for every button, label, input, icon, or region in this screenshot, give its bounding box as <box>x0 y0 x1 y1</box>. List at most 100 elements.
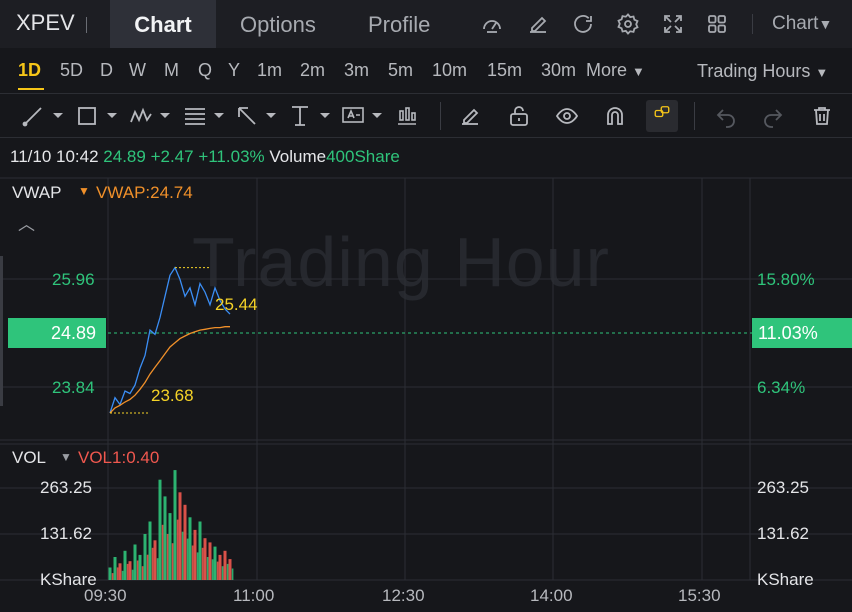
volume-bar <box>228 559 232 580</box>
caret-down-icon[interactable]: ▼ <box>60 450 72 464</box>
undo-icon[interactable] <box>714 104 738 128</box>
volume-label: Volume <box>269 147 327 166</box>
volume-bar <box>108 567 112 580</box>
pct-level-high: 15.80% <box>757 270 815 289</box>
period-y[interactable]: Y <box>228 60 240 81</box>
period-10m[interactable]: 10m <box>432 60 467 81</box>
indicator-value-vwap: VWAP:24.74 <box>96 183 193 202</box>
candles-icon[interactable] <box>395 104 419 128</box>
caret-down-icon: ▼ <box>632 64 645 79</box>
period-5m[interactable]: 5m <box>388 60 413 81</box>
trend-line-icon[interactable] <box>22 104 66 128</box>
volume-bar <box>221 566 224 580</box>
volume-bar <box>156 558 159 580</box>
period-5d[interactable]: 5D <box>60 60 83 81</box>
layout-grid-icon[interactable] <box>705 12 729 36</box>
period-m[interactable]: M <box>164 60 179 81</box>
time-tick-0930: 09:30 <box>84 586 127 605</box>
tab-chart[interactable]: Chart <box>110 0 216 48</box>
volume-bar <box>196 552 199 580</box>
volume-bars <box>108 470 234 580</box>
volume-bar <box>168 513 172 580</box>
caret-down-icon[interactable]: ▼ <box>78 184 90 198</box>
arrow-icon[interactable] <box>235 104 279 128</box>
period-30m[interactable]: 30m <box>541 60 576 81</box>
gauge-icon[interactable] <box>480 12 504 36</box>
ticker-divider <box>86 17 87 33</box>
volume-bar <box>223 550 227 580</box>
period-3m[interactable]: 3m <box>344 60 369 81</box>
period-1d[interactable]: 1D <box>18 60 41 81</box>
volume-bar <box>181 531 184 580</box>
indicator-name-vwap[interactable]: VWAP <box>12 183 61 203</box>
chevron-down-icon: ▼ <box>818 16 833 32</box>
redo-icon[interactable] <box>761 104 785 128</box>
pattern-icon[interactable] <box>129 104 173 128</box>
period-d[interactable]: D <box>100 60 113 81</box>
volume-bar <box>163 496 167 580</box>
price-chart[interactable] <box>0 176 852 612</box>
magnet-icon[interactable] <box>603 104 627 128</box>
settings-icon[interactable] <box>616 12 640 36</box>
collapse-chevron-icon[interactable]: ︿ <box>18 210 35 235</box>
volume-bar <box>136 560 139 580</box>
volume-bar <box>141 566 144 580</box>
volume-bar <box>113 557 117 580</box>
tab-options[interactable]: Options <box>240 0 316 48</box>
divider <box>0 93 852 94</box>
trash-icon[interactable] <box>810 104 834 128</box>
time-tick-1100: 11:00 <box>233 586 275 605</box>
time-tick-1230: 12:30 <box>382 586 425 605</box>
left-scroll-handle[interactable] <box>0 256 3 406</box>
period-1m[interactable]: 1m <box>257 60 282 81</box>
eye-icon[interactable] <box>555 104 579 128</box>
indicator-value-vol: VOL1:0.40 <box>78 448 160 467</box>
more-periods-dropdown[interactable]: More ▼ <box>586 60 645 81</box>
volume-bar <box>216 561 219 580</box>
volume-bar <box>133 544 137 580</box>
volume-bar <box>173 470 177 580</box>
volume-bar <box>171 543 174 580</box>
price-level-high: 25.96 <box>52 270 95 289</box>
trading-hours-dropdown[interactable]: Trading Hours ▼ <box>697 61 828 82</box>
period-15m[interactable]: 15m <box>487 60 522 81</box>
volume-bar <box>193 529 197 580</box>
period-2m[interactable]: 2m <box>300 60 325 81</box>
toolbar-divider <box>694 102 695 130</box>
volume-bar <box>153 540 157 580</box>
edit-icon[interactable] <box>526 12 550 36</box>
time-tick-1530: 15:30 <box>678 586 721 605</box>
high-marker-label: 25.44 <box>215 295 258 314</box>
ticker-symbol[interactable]: XPEV <box>16 10 75 36</box>
volume-bar <box>121 570 124 580</box>
toolbar-divider <box>440 102 441 130</box>
fibonacci-icon[interactable] <box>183 104 227 128</box>
refresh-icon[interactable] <box>571 12 595 36</box>
caret-down-icon: ▼ <box>815 65 829 80</box>
unlock-icon[interactable] <box>507 104 531 128</box>
indicator-name-vol[interactable]: VOL <box>12 448 46 468</box>
rectangle-icon[interactable] <box>76 104 120 128</box>
volume-bar <box>188 517 192 580</box>
pencil-icon[interactable] <box>458 104 482 128</box>
vertical-line-icon[interactable] <box>289 104 333 128</box>
text-icon[interactable] <box>341 104 385 128</box>
chart-type-dropdown[interactable]: Chart▼ <box>772 13 832 35</box>
volume-bar <box>203 538 207 580</box>
vol-level-high-right: 263.25 <box>757 478 809 497</box>
volume-bar <box>143 534 147 580</box>
period-w[interactable]: W <box>129 60 146 81</box>
fullscreen-icon[interactable] <box>661 12 685 36</box>
tab-profile[interactable]: Profile <box>368 0 430 48</box>
link-drawings-button[interactable] <box>646 100 678 132</box>
period-q[interactable]: Q <box>198 60 212 81</box>
top-bar: XPEV Chart Options Profile Chart▼ <box>0 0 852 48</box>
volume-bar <box>201 547 204 580</box>
volume-bar <box>118 563 122 580</box>
low-marker-label: 23.68 <box>151 386 194 405</box>
volume-bar <box>213 546 217 580</box>
quote-datetime: 11/10 10:42 <box>10 147 99 166</box>
active-period-indicator <box>18 88 44 90</box>
more-label: More <box>586 60 628 80</box>
current-price-tag: 24.89 <box>8 318 106 348</box>
